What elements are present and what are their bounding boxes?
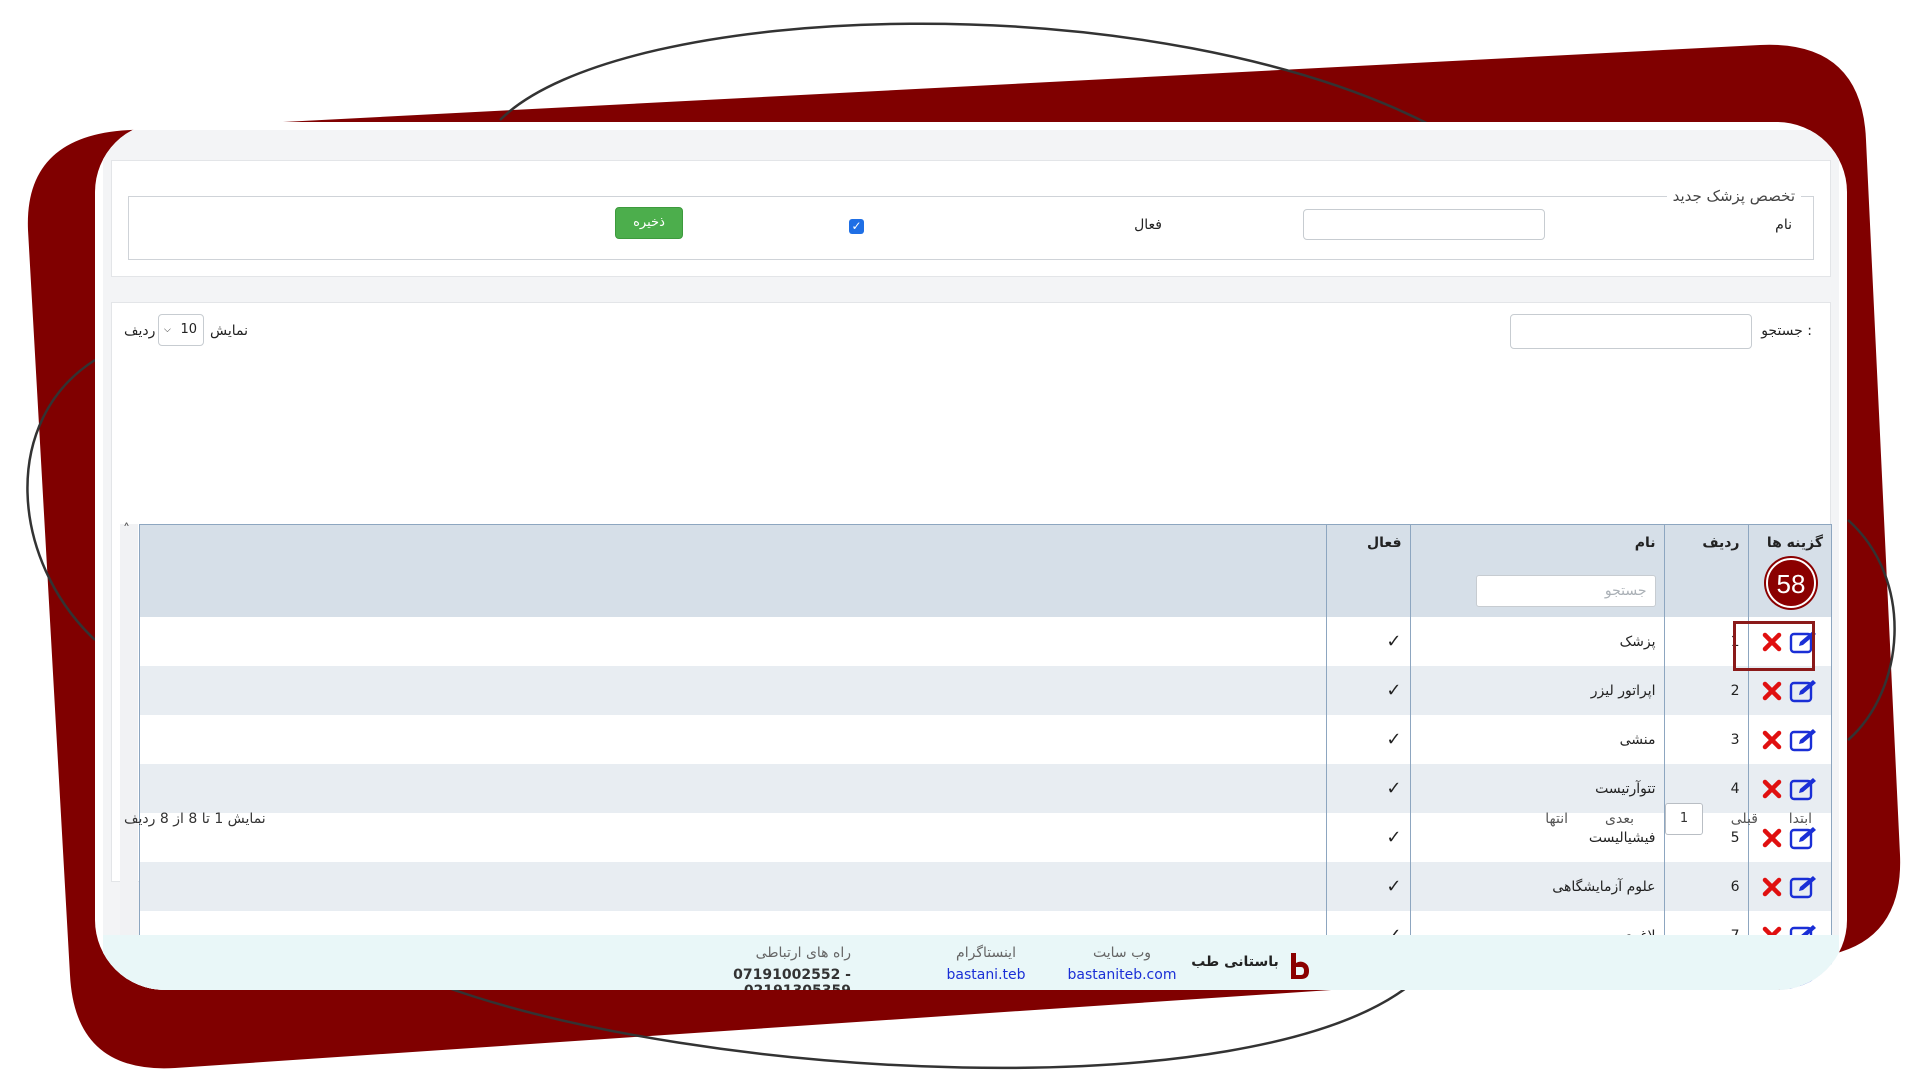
row-spacer [140, 862, 1326, 911]
search-label: جستجو : [1761, 323, 1812, 339]
show-label: نمایش [210, 323, 249, 339]
chevron-up-icon[interactable]: ˄ [123, 522, 130, 538]
row-active: ✓ [1325, 666, 1410, 715]
check-icon: ✓ [1386, 631, 1402, 652]
row-actions [1747, 715, 1831, 764]
check-icon: ✓ [1386, 827, 1402, 848]
row-name: پزشک [1409, 617, 1664, 666]
pager-prev[interactable]: قبلی [1731, 811, 1758, 827]
row-active: ✓ [1325, 862, 1410, 911]
page-content: تخصص پزشک جدید نام فعال ✓ ذخیره جستجو : … [103, 130, 1839, 990]
edit-icon[interactable] [1789, 727, 1819, 753]
row-active: ✓ [1325, 617, 1410, 666]
chevron-down-icon: ⌵ [164, 325, 171, 335]
new-specialty-card: تخصص پزشک جدید نام فعال ✓ ذخیره [111, 160, 1831, 277]
active-checkbox[interactable]: ✓ [849, 219, 864, 234]
row-actions [1747, 862, 1831, 911]
vertical-scrollbar[interactable]: ˄ ˅ [120, 522, 138, 990]
name-column-search-input[interactable]: جستجو [1475, 575, 1656, 607]
table-row: 5 فیشیالیست ✓ [140, 813, 1831, 862]
row-active: ✓ [1325, 813, 1410, 862]
pager-current-page[interactable]: 1 [1665, 803, 1703, 835]
highlight-box [1733, 621, 1815, 671]
new-specialty-fieldset: تخصص پزشک جدید [128, 187, 1814, 260]
footer-brand: باستانی طب [1191, 954, 1279, 970]
delete-icon[interactable] [1761, 729, 1783, 751]
pager-info: نمایش 1 تا 8 از 8 ردیف [124, 811, 266, 827]
footer-contact-title: راه های ارتباطی [755, 945, 851, 961]
specialty-grid: گزینه ها 58 ردیف نام جستجو فعال 1 پزشک ✓… [139, 524, 1832, 990]
grid-header-row: گزینه ها 58 ردیف نام جستجو فعال [140, 525, 1831, 617]
row-actions [1747, 764, 1831, 813]
specialty-list-card: جستجو : ردیف ⌵ 10 نمایش ˄ ˅ [111, 302, 1832, 990]
pager-first[interactable]: ابتدا [1789, 811, 1812, 827]
row-spacer [140, 617, 1326, 666]
pager-next[interactable]: بعدی [1605, 811, 1634, 827]
edit-icon[interactable] [1789, 678, 1819, 704]
row-name: تتوآرتیست [1409, 764, 1664, 813]
row-index: 3 [1663, 715, 1748, 764]
row-actions [1747, 666, 1831, 715]
check-icon: ✓ [1386, 729, 1402, 750]
footer-instagram-link[interactable]: bastani.teb [931, 967, 1041, 983]
row-active: ✓ [1325, 715, 1410, 764]
col-name[interactable]: نام جستجو [1409, 525, 1664, 617]
row-spacer [140, 666, 1326, 715]
footer-contact-value: 07191002552 - 02191305359 [733, 967, 851, 990]
site-footer: باستانی طب وب سایت bastaniteb.com اینستا… [103, 935, 1839, 990]
page-size-select[interactable]: ⌵ 10 [158, 314, 204, 346]
pager-last[interactable]: انتها [1545, 811, 1568, 827]
footer-website-title: وب سایت [1092, 945, 1152, 961]
footer-website-link[interactable]: bastaniteb.com [1057, 967, 1187, 983]
global-search-input[interactable] [1510, 314, 1752, 349]
col-options: گزینه ها 58 [1747, 525, 1831, 617]
row-spacer [140, 764, 1326, 813]
check-icon: ✓ [1386, 876, 1402, 897]
screenshot-frame: تخصص پزشک جدید نام فعال ✓ ذخیره جستجو : … [95, 122, 1847, 990]
edit-icon[interactable] [1789, 825, 1819, 851]
edit-icon[interactable] [1789, 874, 1819, 900]
delete-icon[interactable] [1761, 827, 1783, 849]
table-row: 4 تتوآرتیست ✓ [140, 764, 1831, 813]
brand-logo-icon [1291, 953, 1309, 979]
check-icon: ✓ [1386, 778, 1402, 799]
col-active[interactable]: فعال [1325, 525, 1410, 617]
edit-icon[interactable] [1789, 776, 1819, 802]
save-button[interactable]: ذخیره [615, 207, 683, 239]
delete-icon[interactable] [1761, 876, 1783, 898]
rows-label: ردیف [124, 323, 156, 339]
table-row: 6 علوم آزمایشگاهی ✓ [140, 862, 1831, 911]
col-spacer [140, 525, 1326, 617]
table-row: 1 پزشک ✓ [140, 617, 1831, 666]
row-active: ✓ [1325, 764, 1410, 813]
col-index[interactable]: ردیف [1663, 525, 1748, 617]
row-name: منشی [1409, 715, 1664, 764]
row-spacer [140, 715, 1326, 764]
name-label: نام [1775, 217, 1792, 233]
annotation-badge: 58 [1766, 558, 1816, 608]
table-row: 3 منشی ✓ [140, 715, 1831, 764]
active-label: فعال [1134, 217, 1162, 233]
delete-icon[interactable] [1761, 778, 1783, 800]
footer-instagram-title: اینستاگرام [956, 945, 1016, 961]
row-index: 6 [1663, 862, 1748, 911]
page-size-value: 10 [180, 322, 197, 337]
row-index: 2 [1663, 666, 1748, 715]
check-icon: ✓ [1386, 680, 1402, 701]
row-name: علوم آزمایشگاهی [1409, 862, 1664, 911]
name-input[interactable] [1303, 209, 1545, 240]
form-legend: تخصص پزشک جدید [1672, 187, 1795, 205]
row-spacer [140, 813, 1326, 862]
delete-icon[interactable] [1761, 680, 1783, 702]
table-row: 2 اپراتور لیزر ✓ [140, 666, 1831, 715]
row-name: اپراتور لیزر [1409, 666, 1664, 715]
